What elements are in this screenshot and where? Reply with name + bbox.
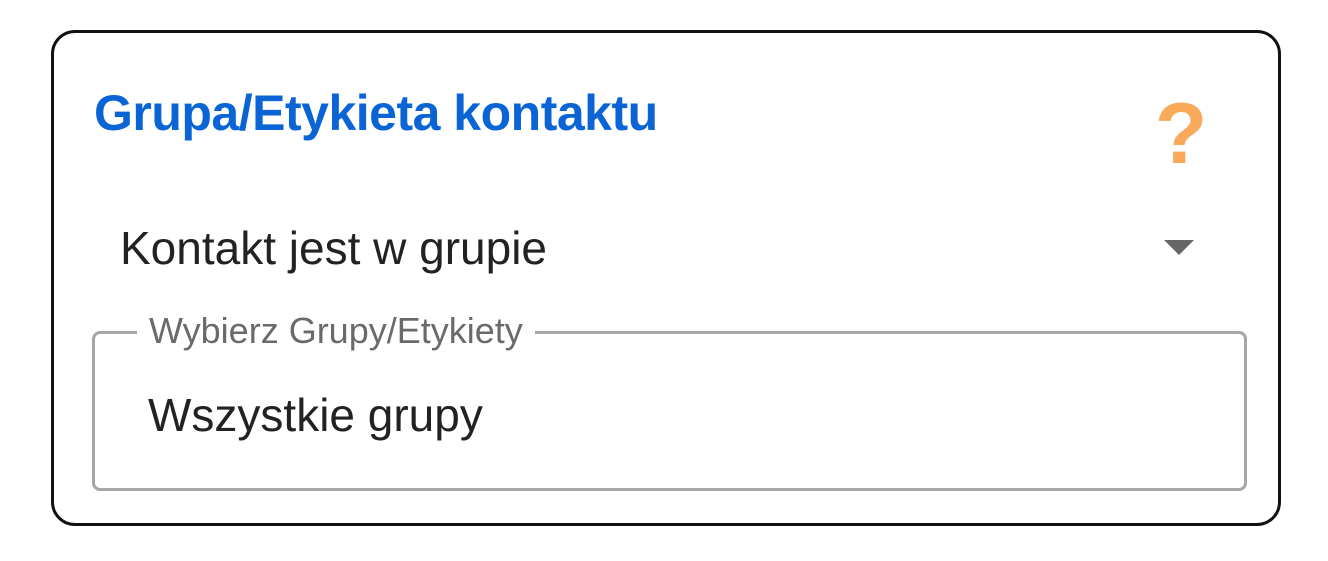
caret-down-icon	[1164, 240, 1194, 255]
group-condition-value: Kontakt jest w grupie	[120, 222, 548, 274]
help-icon[interactable]: ?	[1151, 89, 1211, 179]
panel-title: Grupa/Etykieta kontaktu	[94, 85, 658, 141]
contact-group-panel: Grupa/Etykieta kontaktu ? Kontakt jest w…	[51, 30, 1281, 526]
group-condition-select[interactable]: Kontakt jest w grupie	[120, 213, 1200, 283]
groups-field-value: Wszystkie grupy	[148, 389, 483, 441]
groups-select-field[interactable]: Wybierz Grupy/Etykiety Wszystkie grupy	[92, 310, 1247, 491]
groups-field-label: Wybierz Grupy/Etykiety	[137, 310, 535, 352]
